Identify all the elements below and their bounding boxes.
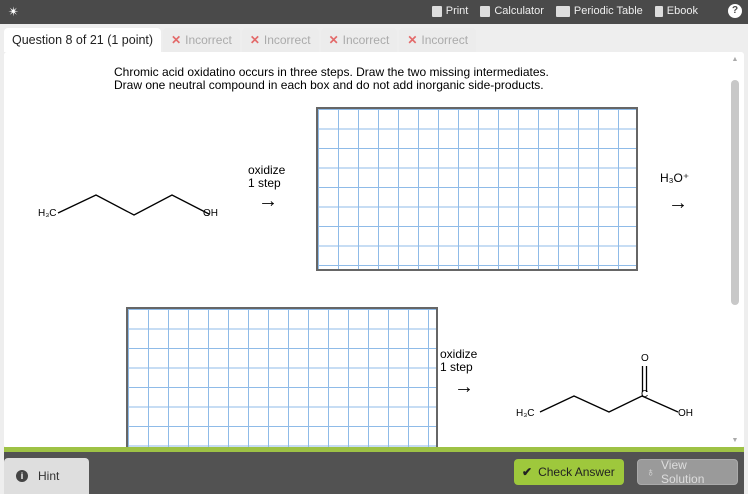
step3-label: oxidize 1 step [440, 348, 477, 374]
tab-question[interactable]: Question 8 of 21 (1 point) [4, 28, 162, 52]
tab-attempt-1[interactable]: ✕ Incorrect [163, 28, 240, 52]
tab-attempt-2[interactable]: ✕ Incorrect [241, 28, 319, 52]
scroll-up-icon[interactable]: ▲ [730, 56, 740, 63]
attempt-label: Incorrect [421, 33, 469, 47]
help-button[interactable]: ? [728, 4, 742, 18]
attempt-label: Incorrect [185, 33, 232, 47]
checkmark-icon: ✔ [522, 465, 533, 479]
x-icon: ✕ [249, 33, 260, 47]
lightbulb-icon: ♁ [646, 465, 655, 479]
c-label: C [641, 389, 649, 400]
question-panel: Chromic acid oxidatino occurs in three s… [4, 52, 744, 448]
arrow-icon: → [668, 192, 688, 214]
x-icon: ✕ [328, 33, 339, 47]
drawing-canvas-1[interactable] [316, 107, 638, 271]
scroll-down-icon[interactable]: ▼ [730, 437, 740, 444]
calculator-icon [480, 5, 491, 17]
attempt-label: Incorrect [342, 33, 390, 47]
scrollbar[interactable]: ▲ ▼ [730, 56, 740, 444]
oh-label: OH [203, 208, 218, 219]
attempt-label: Incorrect [263, 33, 311, 47]
periodic-table-label: Periodic Table [573, 5, 643, 17]
scrollbar-thumb[interactable] [731, 80, 739, 305]
step1-line2: 1 step [248, 176, 281, 190]
check-answer-label: Check Answer [538, 465, 615, 479]
calculator-button[interactable]: Calculator [480, 5, 544, 17]
print-button[interactable]: Print [431, 5, 469, 17]
calculator-label: Calculator [494, 5, 544, 17]
h3c-label: H₃C [38, 208, 57, 219]
print-label: Print [445, 5, 469, 17]
periodic-table-button[interactable]: Periodic Table [555, 5, 643, 17]
top-toolbar: ✴ Print Calculator Periodic Table Ebook … [0, 0, 748, 24]
question-prompt: Chromic acid oxidatino occurs in three s… [114, 66, 549, 92]
ebook-button[interactable]: Ebook [654, 5, 698, 17]
drawing-canvas-2[interactable] [126, 307, 438, 448]
butanol-structure [57, 194, 210, 216]
oh-label: OH [678, 408, 693, 419]
check-answer-button[interactable]: ✔ Check Answer [514, 459, 624, 485]
o-label: O [641, 353, 649, 364]
book-icon [654, 5, 663, 17]
logo-icon: ✴ [8, 4, 19, 19]
hint-button[interactable]: i Hint [4, 458, 89, 494]
tab-attempt-3[interactable]: ✕ Incorrect [320, 28, 398, 52]
prompt-line-2: Draw one neutral compound in each box an… [114, 78, 544, 92]
x-icon: ✕ [171, 33, 182, 47]
h3c-label: H₃C [516, 408, 535, 419]
ebook-label: Ebook [666, 5, 698, 17]
hint-label: Hint [38, 469, 60, 483]
info-icon: i [16, 470, 28, 482]
footer-bar: i Hint ✔ Check Answer ♁ View Solution [4, 452, 744, 494]
periodic-table-icon [555, 5, 570, 17]
h3o-label: H₃O⁺ [660, 171, 690, 185]
arrow-icon: → [454, 376, 474, 398]
arrow-icon: → [258, 190, 278, 212]
step1-label: oxidize 1 step [248, 164, 285, 190]
tab-attempt-4[interactable]: ✕ Incorrect [399, 28, 477, 52]
view-solution-button[interactable]: ♁ View Solution [637, 458, 738, 486]
view-solution-label: View Solution [661, 458, 705, 486]
printer-icon [431, 5, 442, 17]
x-icon: ✕ [407, 33, 418, 47]
step3-line2: 1 step [440, 360, 473, 374]
